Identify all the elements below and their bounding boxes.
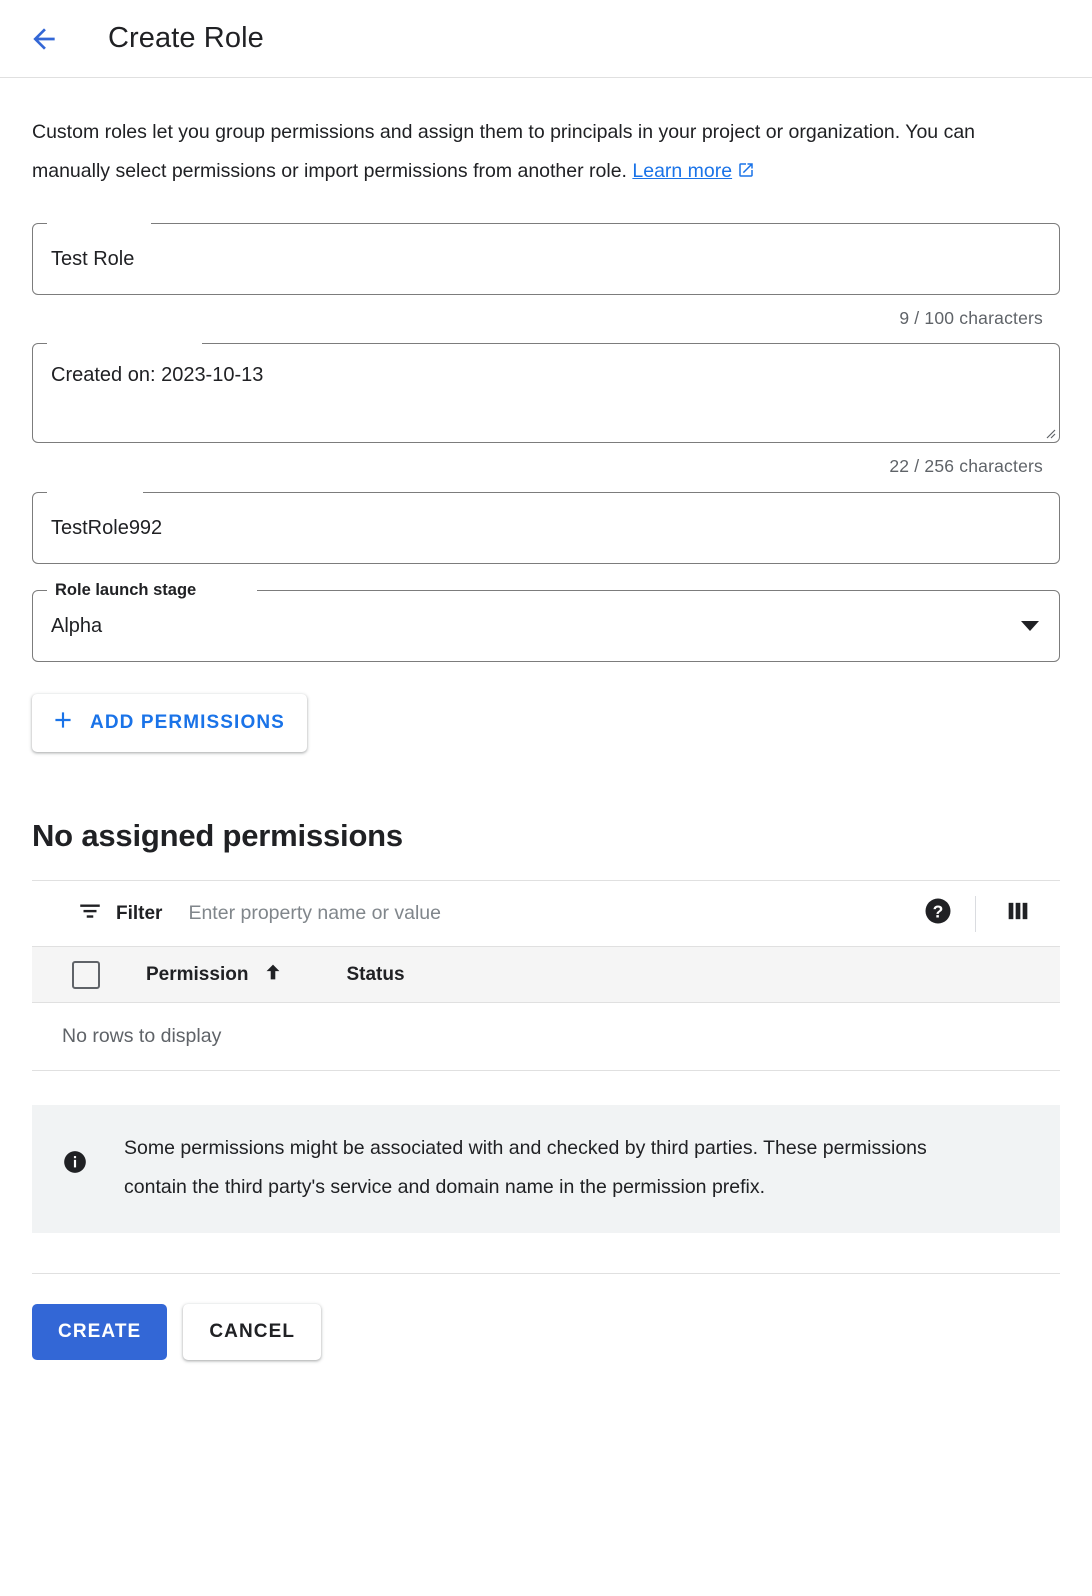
create-button[interactable]: CREATE — [32, 1304, 167, 1360]
role-description-field: Created on: 2023-10-13 22 / 256 characte… — [32, 343, 1060, 477]
third-party-info-box: Some permissions might be associated wit… — [32, 1105, 1060, 1233]
role-launch-stage-label: Role launch stage — [51, 580, 200, 600]
role-launch-stage-field: Role launch stage Alpha — [32, 590, 1060, 662]
column-header-permission[interactable]: Permission — [146, 961, 284, 989]
role-id-value: TestRole992 — [51, 515, 162, 541]
permissions-table-header: Permission Status — [32, 946, 1060, 1003]
table-empty-message: No rows to display — [32, 1003, 1060, 1071]
role-description-notch — [47, 343, 202, 345]
filter-icon[interactable] — [77, 898, 103, 929]
column-display-icon[interactable] — [1004, 897, 1032, 930]
add-permissions-wrapper: ADD PERMISSIONS — [32, 694, 1060, 752]
select-all-checkbox[interactable] — [72, 961, 100, 989]
textarea-resize-handle[interactable] — [1042, 425, 1056, 439]
role-id-notch — [47, 492, 143, 494]
filter-input[interactable] — [186, 901, 923, 926]
filter-bar: Filter ? — [32, 880, 1060, 946]
role-description-textarea[interactable]: Created on: 2023-10-13 — [32, 343, 1060, 443]
help-icon[interactable]: ? — [923, 896, 953, 931]
arrow-left-icon — [28, 23, 60, 55]
external-link-icon — [737, 154, 755, 193]
column-header-status[interactable]: Status — [346, 964, 404, 986]
chevron-down-icon[interactable] — [1021, 621, 1039, 631]
role-launch-stage-select[interactable]: Role launch stage Alpha — [32, 590, 1060, 662]
page-header: Create Role — [0, 0, 1092, 78]
role-title-field: Test Role 9 / 100 characters — [32, 223, 1060, 329]
role-id-field: TestRole992 — [32, 492, 1060, 564]
filter-label: Filter — [116, 903, 162, 925]
page-content: Custom roles let you group permissions a… — [0, 113, 1092, 1360]
role-title-notch — [47, 223, 151, 225]
learn-more-link[interactable]: Learn more — [632, 160, 732, 182]
cancel-button[interactable]: CANCEL — [183, 1304, 321, 1360]
role-description-counter: 22 / 256 characters — [32, 456, 1060, 477]
role-title-counter: 9 / 100 characters — [32, 308, 1060, 329]
form-footer: CREATE CANCEL — [32, 1273, 1060, 1360]
svg-text:?: ? — [933, 901, 944, 921]
column-header-permission-label: Permission — [146, 964, 248, 986]
role-id-input[interactable]: TestRole992 — [32, 492, 1060, 564]
info-icon — [62, 1149, 88, 1207]
role-title-value: Test Role — [51, 246, 134, 272]
permissions-section-heading: No assigned permissions — [32, 818, 1060, 854]
intro-body: Custom roles let you group permissions a… — [32, 121, 975, 182]
role-title-input[interactable]: Test Role — [32, 223, 1060, 295]
third-party-info-text: Some permissions might be associated wit… — [124, 1129, 974, 1207]
arrow-up-icon[interactable] — [262, 961, 284, 989]
plus-icon — [50, 707, 76, 739]
add-permissions-button[interactable]: ADD PERMISSIONS — [32, 694, 307, 752]
role-description-value: Created on: 2023-10-13 — [51, 362, 263, 388]
intro-text: Custom roles let you group permissions a… — [32, 113, 1032, 193]
toolbar-divider — [975, 896, 976, 932]
add-permissions-label: ADD PERMISSIONS — [90, 712, 285, 734]
page-title: Create Role — [108, 22, 264, 55]
role-launch-stage-value: Alpha — [51, 613, 102, 639]
back-button[interactable] — [22, 17, 66, 61]
